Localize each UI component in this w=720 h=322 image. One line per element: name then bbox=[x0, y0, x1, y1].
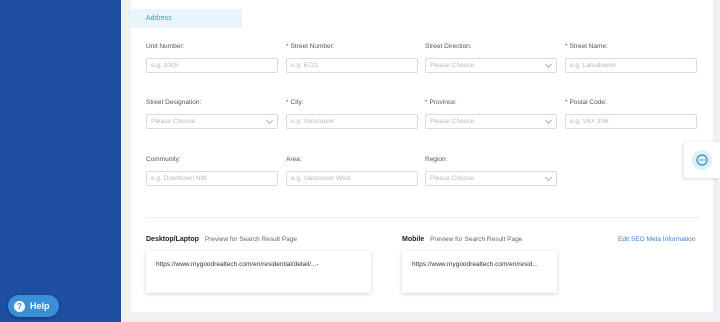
label-colon: : bbox=[469, 43, 472, 50]
label-colon: : bbox=[301, 99, 304, 106]
province-label-text: Province bbox=[429, 99, 455, 106]
required-marker: * bbox=[286, 99, 289, 106]
help-button[interactable]: ? Help bbox=[8, 295, 59, 317]
label-colon: : bbox=[604, 99, 607, 106]
street-designation-label: Street Designation: bbox=[146, 99, 201, 106]
label-colon: : bbox=[299, 156, 302, 163]
street-name-label-text: Street Name bbox=[569, 43, 607, 50]
postal-code-label: * Postal Code: bbox=[565, 99, 607, 106]
city-input[interactable]: e.g. Vancouver bbox=[286, 114, 418, 129]
label-colon: : bbox=[445, 156, 448, 163]
street-name-input[interactable]: e.g. Lansdowne bbox=[565, 58, 697, 73]
province-label: * Province: bbox=[425, 99, 457, 106]
street-designation-label-text: Street Designation bbox=[146, 99, 200, 106]
mobile-preview-label: Mobile bbox=[402, 236, 425, 243]
community-placeholder: e.g. Downtown NW bbox=[151, 175, 207, 182]
area-input[interactable]: e.g. Vancouver West bbox=[286, 171, 418, 186]
label-colon: : bbox=[454, 99, 457, 106]
tab-address-label: Address bbox=[146, 15, 172, 22]
street-number-label: * Street Number: bbox=[286, 43, 335, 50]
required-marker: * bbox=[425, 99, 428, 106]
chevron-down-icon bbox=[544, 173, 553, 181]
street-direction-select[interactable]: Please Choose bbox=[425, 58, 557, 73]
street-designation-select[interactable]: Please Choose bbox=[146, 114, 278, 129]
chat-button[interactable] bbox=[684, 142, 720, 178]
chat-icon bbox=[692, 150, 712, 170]
chevron-down-icon bbox=[265, 116, 274, 124]
postal-code-input[interactable]: e.g. V6X 3N6 bbox=[565, 114, 697, 129]
area-label-text: Area bbox=[286, 156, 300, 163]
unit-number-input[interactable]: e.g. 1005 bbox=[146, 58, 278, 73]
unit-number-label-text: Unit Number bbox=[146, 43, 183, 50]
street-direction-label: Street Direction: bbox=[425, 43, 472, 50]
mobile-preview-subtitle: Preview for Search Result Page bbox=[430, 236, 523, 243]
desktop-preview-url: https://www.mygoodrealtech.com/en/reside… bbox=[156, 261, 319, 268]
divider bbox=[146, 217, 700, 218]
area-label: Area: bbox=[286, 156, 302, 163]
province-placeholder: Please Choose bbox=[430, 118, 475, 125]
street-name-label: * Street Name: bbox=[565, 43, 608, 50]
province-select[interactable]: Please Choose bbox=[425, 114, 557, 129]
unit-number-placeholder: e.g. 1005 bbox=[151, 62, 179, 69]
street-direction-placeholder: Please Choose bbox=[430, 62, 475, 69]
edit-seo-link[interactable]: Edit SEO Meta Information bbox=[618, 236, 695, 243]
community-label: Community: bbox=[146, 156, 181, 163]
postal-code-placeholder: e.g. V6X 3N6 bbox=[570, 118, 609, 125]
street-number-placeholder: e.g. 6721 bbox=[291, 62, 319, 69]
required-marker: * bbox=[565, 43, 568, 50]
region-placeholder: Please Choose bbox=[430, 175, 475, 182]
unit-number-label: Unit Number: bbox=[146, 43, 184, 50]
required-marker: * bbox=[565, 99, 568, 106]
area-placeholder: e.g. Vancouver West bbox=[291, 175, 351, 182]
city-label-text: City bbox=[290, 99, 302, 106]
street-number-label-text: Street Number bbox=[290, 43, 333, 50]
required-marker: * bbox=[286, 43, 289, 50]
community-label-text: Community bbox=[146, 156, 179, 163]
desktop-preview-box: https://www.mygoodrealtech.com/en/reside… bbox=[146, 251, 371, 293]
label-colon: : bbox=[199, 99, 202, 106]
street-direction-label-text: Street Direction bbox=[425, 43, 470, 50]
city-label: * City: bbox=[286, 99, 304, 106]
region-label: Region: bbox=[425, 156, 447, 163]
chevron-down-icon bbox=[544, 60, 553, 68]
mobile-preview-title: Mobile Preview for Search Result Page bbox=[402, 236, 522, 243]
tab-address[interactable]: Address bbox=[131, 9, 242, 28]
mobile-preview-box: https://www.mygoodrealtech.com/en/resid.… bbox=[402, 251, 557, 293]
desktop-preview-subtitle: Preview for Search Result Page bbox=[204, 236, 298, 243]
street-name-placeholder: e.g. Lansdowne bbox=[570, 62, 616, 69]
postal-code-label-text: Postal Code bbox=[569, 99, 605, 106]
desktop-preview-label: Desktop/Laptop bbox=[146, 236, 199, 243]
label-colon: : bbox=[606, 43, 608, 50]
help-label: Help bbox=[30, 301, 50, 311]
region-select[interactable]: Please Choose bbox=[425, 171, 557, 186]
mobile-preview-url: https://www.mygoodrealtech.com/en/resid.… bbox=[412, 261, 538, 268]
help-icon: ? bbox=[14, 300, 25, 312]
label-colon: : bbox=[178, 156, 181, 163]
community-input[interactable]: e.g. Downtown NW bbox=[146, 171, 278, 186]
label-colon: : bbox=[332, 43, 335, 50]
street-designation-placeholder: Please Choose bbox=[151, 118, 196, 125]
city-placeholder: e.g. Vancouver bbox=[291, 118, 335, 125]
chevron-down-icon bbox=[544, 116, 553, 124]
sidebar bbox=[0, 0, 121, 322]
region-label-text: Region bbox=[425, 156, 446, 163]
desktop-preview-title: Desktop/Laptop Preview for Search Result … bbox=[146, 236, 297, 243]
street-number-input[interactable]: e.g. 6721 bbox=[286, 58, 418, 73]
label-colon: : bbox=[182, 43, 185, 50]
